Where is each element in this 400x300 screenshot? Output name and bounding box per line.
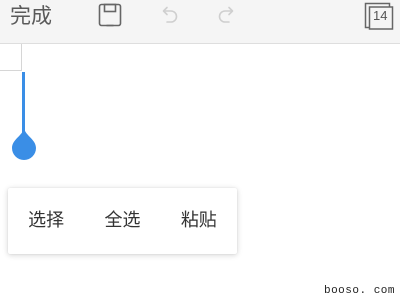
top-toolbar: 完成 14 bbox=[0, 0, 400, 44]
editor-screen: 完成 14 选择 全选 粘贴 booso. com bbox=[0, 0, 400, 300]
menu-item-paste[interactable]: 粘贴 bbox=[161, 188, 237, 254]
done-button[interactable]: 完成 bbox=[10, 3, 52, 29]
page-corner bbox=[0, 44, 22, 71]
redo-icon[interactable] bbox=[216, 4, 238, 26]
save-icon[interactable] bbox=[98, 3, 122, 27]
menu-item-select[interactable]: 选择 bbox=[8, 188, 84, 254]
undo-icon[interactable] bbox=[158, 4, 180, 26]
cursor-drag-handle[interactable] bbox=[8, 127, 40, 161]
document-canvas[interactable] bbox=[0, 44, 400, 300]
watermark: booso. com bbox=[323, 285, 395, 297]
pages-icon[interactable] bbox=[364, 2, 394, 30]
context-menu: 选择 全选 粘贴 bbox=[8, 188, 237, 254]
menu-item-select-all[interactable]: 全选 bbox=[84, 188, 160, 254]
